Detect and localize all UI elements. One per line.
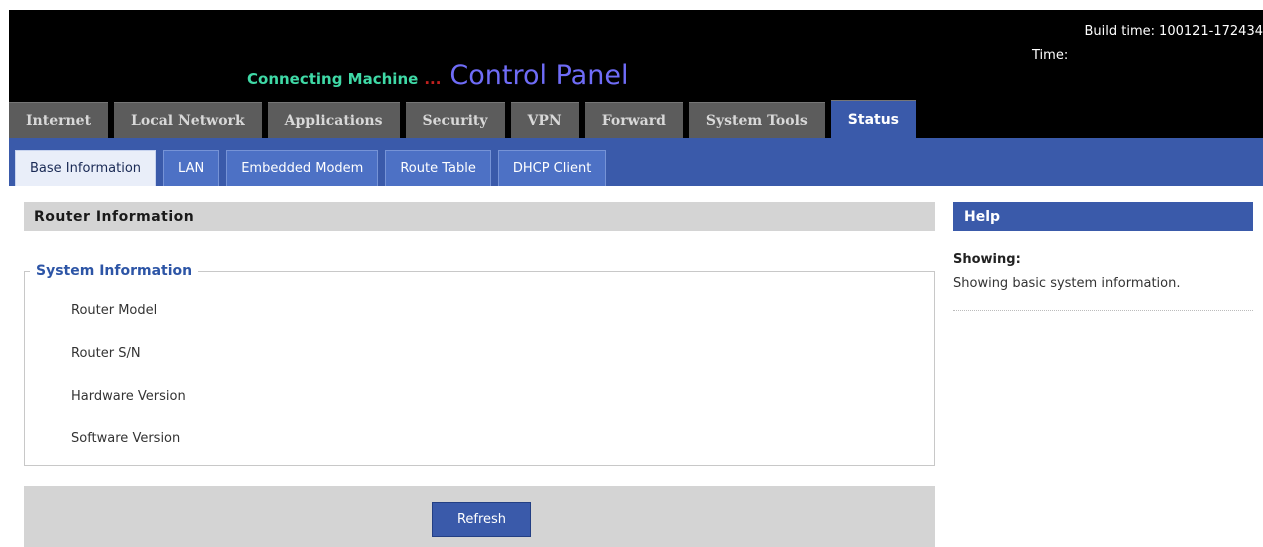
tab-vpn[interactable]: VPN xyxy=(510,102,579,138)
system-information-legend: System Information xyxy=(36,263,193,279)
router-model-label: Router Model xyxy=(71,303,158,318)
time-label: Time: xyxy=(1032,48,1069,63)
refresh-button[interactable]: Refresh xyxy=(432,502,531,537)
main-tabs: Internet Local Network Applications Secu… xyxy=(9,100,922,138)
router-sn-label: Router S/N xyxy=(71,346,141,361)
tab-forward[interactable]: Forward xyxy=(584,102,683,138)
sub-tabs: Base Information LAN Embedded Modem Rout… xyxy=(9,138,1263,186)
help-divider xyxy=(953,310,1253,311)
tab-security[interactable]: Security xyxy=(405,102,505,138)
software-version-label: Software Version xyxy=(71,431,181,446)
build-time-label: Build time: xyxy=(1084,24,1156,39)
brand-machine: Connecting Machine xyxy=(247,70,419,88)
help-showing-label: Showing: xyxy=(953,252,1021,267)
subtab-embedded-modem[interactable]: Embedded Modem xyxy=(226,150,379,186)
help-title: Help xyxy=(953,202,1253,231)
help-description: Showing basic system information. xyxy=(953,276,1181,291)
subtab-base-information[interactable]: Base Information xyxy=(15,150,157,186)
action-bar: Refresh xyxy=(24,486,935,547)
tab-internet[interactable]: Internet xyxy=(9,102,109,138)
build-time: Build time: 100121-172434 xyxy=(1085,24,1263,39)
header-bar: Build time: 100121-172434 Time: Connectin… xyxy=(9,10,1263,138)
brand-dots: ... xyxy=(424,70,442,88)
tab-applications[interactable]: Applications xyxy=(267,102,400,138)
brand-panel: Control Panel xyxy=(449,60,629,91)
system-information-group: System Information Router Model Router S… xyxy=(24,263,935,466)
hardware-version-label: Hardware Version xyxy=(71,389,186,404)
section-title: Router Information xyxy=(24,202,935,231)
brand-title: Connecting Machine... Control Panel xyxy=(247,60,628,91)
subtab-route-table[interactable]: Route Table xyxy=(385,150,491,186)
subtab-dhcp-client[interactable]: DHCP Client xyxy=(497,150,607,186)
build-time-value: 100121-172434 xyxy=(1159,24,1263,39)
subtab-lan[interactable]: LAN xyxy=(163,150,220,186)
tab-status[interactable]: Status xyxy=(830,100,917,138)
tab-local-network[interactable]: Local Network xyxy=(114,102,262,138)
tab-system-tools[interactable]: System Tools xyxy=(688,102,825,138)
